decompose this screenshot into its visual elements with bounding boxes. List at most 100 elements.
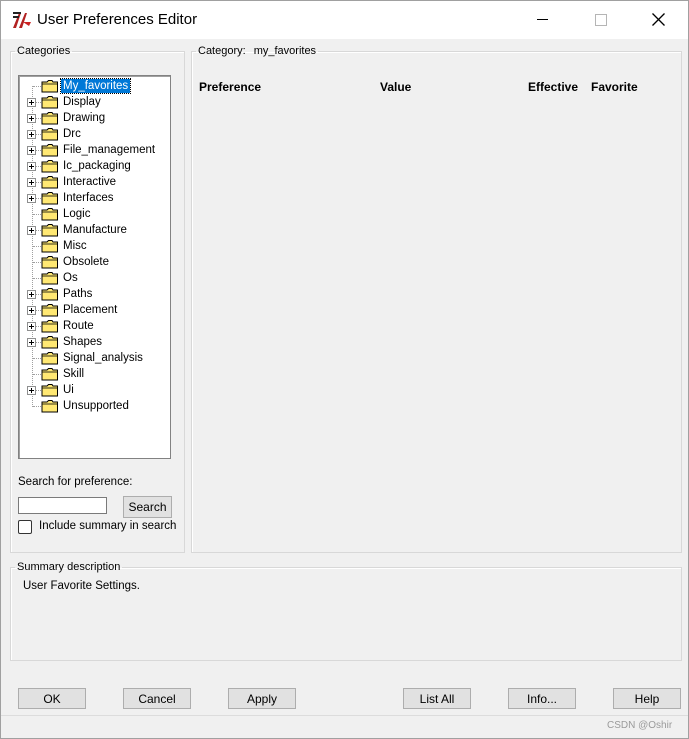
tree-item-os[interactable]: Os [19, 270, 170, 286]
tree-item-interfaces[interactable]: Interfaces [19, 190, 170, 206]
category-label: Category: [198, 45, 246, 57]
minimize-icon [537, 19, 548, 20]
folder-icon [41, 127, 59, 141]
tree-item-label: Placement [63, 304, 118, 316]
tree-item-label: Os [63, 272, 78, 284]
tree-item-label: Unsupported [63, 400, 129, 412]
folder-icon [41, 335, 59, 349]
tree-item-label: Interfaces [63, 192, 114, 204]
help-button[interactable]: Help [613, 688, 681, 709]
tree-item-drawing[interactable]: Drawing [19, 110, 170, 126]
folder-icon [41, 303, 59, 317]
search-input[interactable] [18, 497, 107, 514]
expand-plus-icon[interactable] [27, 306, 36, 315]
list-all-button[interactable]: List All [403, 688, 471, 709]
ok-button[interactable]: OK [18, 688, 86, 709]
column-header-effective[interactable]: Effective [528, 80, 578, 94]
search-label: Search for preference: [18, 476, 133, 488]
expand-plus-icon[interactable] [27, 290, 36, 299]
tree-item-placement[interactable]: Placement [19, 302, 170, 318]
category-legend: Category: my_favorites [196, 45, 318, 57]
column-header-favorite[interactable]: Favorite [591, 80, 638, 94]
user-preferences-window: User Preferences Editor Categories My_fa… [0, 0, 689, 739]
tree-item-label: Ui [63, 384, 74, 396]
categories-legend: Categories [17, 45, 71, 57]
tree-item-obsolete[interactable]: Obsolete [19, 254, 170, 270]
include-summary-label: Include summary in search [39, 520, 177, 532]
folder-icon [41, 319, 59, 333]
tree-item-label: Route [63, 320, 94, 332]
expand-plus-icon[interactable] [27, 322, 36, 331]
tree-item-label: My_favorites [59, 78, 132, 94]
tree-item-route[interactable]: Route [19, 318, 170, 334]
tree-item-label: Paths [63, 288, 93, 300]
tree-item-label: Drc [63, 128, 81, 140]
maximize-button[interactable] [571, 1, 629, 39]
expand-plus-icon[interactable] [27, 226, 36, 235]
expand-plus-icon[interactable] [27, 194, 36, 203]
tree-item-label: Shapes [63, 336, 103, 348]
tree-item-ic_packaging[interactable]: Ic_packaging [19, 158, 170, 174]
tree-item-label: Ic_packaging [63, 160, 131, 172]
summary-text: User Favorite Settings. [23, 580, 140, 592]
category-tree[interactable]: My_favorites Display Drawing Drc File_manage… [18, 75, 171, 459]
expand-plus-icon[interactable] [27, 114, 36, 123]
expand-plus-icon[interactable] [27, 130, 36, 139]
folder-icon [41, 383, 59, 397]
search-button[interactable]: Search [123, 496, 172, 518]
tree-item-label: Display [63, 96, 101, 108]
tree-item-my_favorites[interactable]: My_favorites [19, 78, 170, 94]
cancel-button[interactable]: Cancel [123, 688, 191, 709]
app-icon [13, 12, 31, 28]
folder-icon [41, 159, 59, 173]
close-icon [652, 13, 665, 26]
tree-item-label: Signal_analysis [63, 352, 143, 364]
category-value: my_favorites [253, 45, 317, 57]
tree-item-label: File_management [63, 144, 156, 156]
info-button[interactable]: Info... [508, 688, 576, 709]
tree-item-drc[interactable]: Drc [19, 126, 170, 142]
summary-group: Summary description [10, 561, 682, 661]
apply-button[interactable]: Apply [228, 688, 296, 709]
tree-item-skill[interactable]: Skill [19, 366, 170, 382]
tree-item-label: Obsolete [63, 256, 110, 268]
folder-icon [41, 175, 59, 189]
folder-icon [41, 255, 59, 269]
status-separator [1, 715, 688, 716]
folder-icon [41, 79, 59, 93]
expand-plus-icon[interactable] [27, 162, 36, 171]
column-header-preference[interactable]: Preference [199, 80, 261, 94]
folder-icon [41, 207, 59, 221]
summary-legend: Summary description [17, 561, 121, 573]
close-button[interactable] [629, 1, 687, 39]
tree-item-logic[interactable]: Logic [19, 206, 170, 222]
expand-plus-icon[interactable] [27, 146, 36, 155]
folder-icon [41, 111, 59, 125]
watermark: CSDN @Oshir [607, 720, 673, 731]
tree-item-file_management[interactable]: File_management [19, 142, 170, 158]
expand-plus-icon[interactable] [27, 386, 36, 395]
folder-icon [41, 367, 59, 381]
tree-item-interactive[interactable]: Interactive [19, 174, 170, 190]
tree-item-label: Misc [63, 240, 87, 252]
tree-item-misc[interactable]: Misc [19, 238, 170, 254]
tree-item-display[interactable]: Display [19, 94, 170, 110]
folder-icon [41, 191, 59, 205]
tree-item-shapes[interactable]: Shapes [19, 334, 170, 350]
tree-item-paths[interactable]: Paths [19, 286, 170, 302]
column-header-value[interactable]: Value [380, 80, 411, 94]
include-summary-checkbox[interactable] [18, 520, 32, 534]
minimize-button[interactable] [513, 1, 571, 39]
tree-item-label: Logic [63, 208, 91, 220]
tree-item-label: Manufacture [63, 224, 127, 236]
expand-plus-icon[interactable] [27, 98, 36, 107]
folder-icon [41, 223, 59, 237]
tree-item-unsupported[interactable]: Unsupported [19, 398, 170, 414]
tree-item-signal_analysis[interactable]: Signal_analysis [19, 350, 170, 366]
folder-icon [41, 351, 59, 365]
expand-plus-icon[interactable] [27, 178, 36, 187]
tree-item-manufacture[interactable]: Manufacture [19, 222, 170, 238]
title-bar[interactable]: User Preferences Editor [1, 1, 688, 39]
tree-item-ui[interactable]: Ui [19, 382, 170, 398]
expand-plus-icon[interactable] [27, 338, 36, 347]
